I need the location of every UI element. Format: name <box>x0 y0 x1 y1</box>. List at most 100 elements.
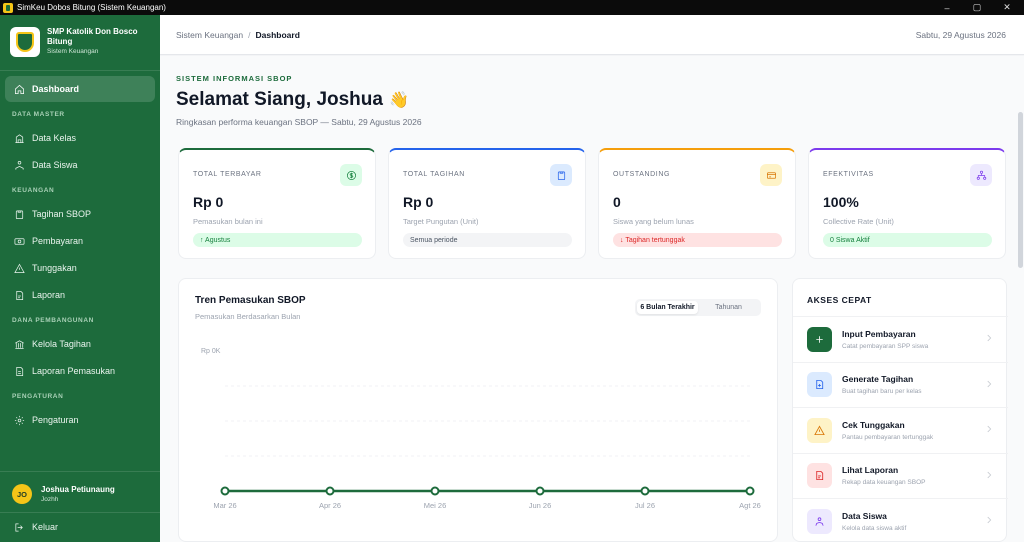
quick-item-name: Lihat Laporan <box>842 465 899 475</box>
sidebar-item-dashboard[interactable]: Dashboard <box>5 76 155 102</box>
stat-card-outstanding: OUTSTANDING 0 Siswa yang belum lunas ↓ Tagi… <box>598 148 796 259</box>
window-titlebar: SimKeu Dobos Bitung (Sistem Keuangan) – … <box>0 0 1024 15</box>
shield-icon <box>16 32 34 52</box>
stat-description: Target Pungutan (Unit) <box>403 217 479 226</box>
stat-description: Collective Rate (Unit) <box>823 217 894 226</box>
breadcrumb-root[interactable]: Sistem Keuangan <box>176 30 243 40</box>
top-header: Sistem Keuangan / Dashboard Sabtu, 29 Agus… <box>160 15 1024 55</box>
close-button[interactable]: ✕ <box>990 0 1024 15</box>
quick-item-desc: Rekap data keuangan SBOP <box>842 479 926 486</box>
stat-value: Rp 0 <box>403 194 434 210</box>
dollar-icon <box>340 164 362 186</box>
stat-value: Rp 0 <box>193 194 224 210</box>
chevron-right-icon <box>987 380 992 387</box>
students-icon <box>807 508 832 534</box>
breadcrumb-current: Dashboard <box>255 30 300 40</box>
quick-item-generate-tagihan[interactable]: Generate Tagihan Buat tagihan baru per ke… <box>793 361 1008 407</box>
hero-kicker: SISTEM INFORMASI SBOP <box>176 74 293 83</box>
greeting-text: Selamat Siang, Joshua <box>176 89 383 110</box>
quick-item-name: Generate Tagihan <box>842 374 914 384</box>
x-tick-label: Jun 26 <box>529 501 552 510</box>
quick-item-desc: Buat tagihan baru per kelas <box>842 388 922 395</box>
quick-item-input-pembayaran[interactable]: Input Pembayaran Catat pembayaran SPP sis… <box>793 316 1008 361</box>
stat-badge: Semua periode <box>403 233 572 247</box>
stat-description: Siswa yang belum lunas <box>613 217 694 226</box>
data-point[interactable] <box>220 486 230 496</box>
x-tick-label: Apr 26 <box>319 501 341 510</box>
sidebar-item-label: Pembayaran <box>32 236 84 246</box>
income-chart-card: Tren Pemasukan SBOP Pemasukan Berdasarka… <box>178 278 778 542</box>
warning-icon <box>14 263 25 273</box>
quick-item-lihat-laporan[interactable]: Lihat Laporan Rekap data keuangan SBOP <box>793 452 1008 498</box>
sidebar-item-label: Dashboard <box>32 84 80 94</box>
sidebar-item-data-kelas[interactable]: Data Kelas <box>5 125 155 151</box>
data-point[interactable] <box>745 486 755 496</box>
quick-item-name: Data Siswa <box>842 510 887 521</box>
plus-icon <box>807 326 832 352</box>
sidebar-item-label: Tunggakan <box>32 263 77 273</box>
income-line-chart: Rp 0K Mar 26 Apr 26 Mei 26 Jun 26 Jul 26 Agt 2… <box>201 348 761 510</box>
warning-icon <box>807 417 832 443</box>
section-keuangan: KEUANGAN <box>12 187 55 194</box>
clipboard-icon <box>15 209 24 219</box>
school-name: SMP Katolik Don Bosco Bitung <box>47 27 138 46</box>
stat-badge: ↑ Agustus <box>193 233 362 247</box>
report-icon <box>807 463 832 488</box>
quick-item-data-siswa[interactable]: Data Siswa Kelola data siswa aktif <box>793 498 1008 542</box>
sidebar-item-label: Tagihan SBOP <box>32 209 92 219</box>
maximize-button[interactable]: ▢ <box>960 0 994 15</box>
user-profile[interactable]: JO Joshua Petiunaung Jozhh <box>12 484 115 504</box>
stat-badge: ↓ Tagihan tertunggak <box>613 233 782 247</box>
scrollbar-thumb[interactable] <box>1018 112 1023 268</box>
x-tick-label: Agt 26 <box>739 501 761 510</box>
stat-card-total-tagihan: TOTAL TAGIHAN Rp 0 Target Pungutan (Unit) S… <box>388 148 586 259</box>
data-point[interactable] <box>640 486 650 496</box>
quick-item-desc: Kelola data siswa aktif <box>842 524 907 532</box>
logout-button[interactable]: Keluar <box>5 514 155 540</box>
data-point[interactable] <box>325 486 335 496</box>
home-icon <box>15 84 24 94</box>
hero-subtitle: Ringkasan performa keuangan SBOP — Sabtu… <box>176 117 422 127</box>
sidebar-item-label: Pengaturan <box>32 415 79 425</box>
chevron-right-icon <box>987 334 992 342</box>
data-point[interactable] <box>535 486 545 496</box>
sidebar-item-laporan[interactable]: Laporan <box>5 282 155 308</box>
sidebar-item-label: Data Kelas <box>32 133 77 143</box>
students-icon <box>15 160 24 170</box>
sidebar-item-label: Laporan <box>32 290 66 300</box>
header-date: Sabtu, 29 Agustus 2026 <box>915 30 1006 40</box>
section-pengaturan: PENGATURAN <box>12 393 64 400</box>
sidebar-item-laporan-pemasukan[interactable]: Laporan Pemasukan <box>5 358 155 384</box>
sidebar-item-label: Data Siswa <box>32 160 78 170</box>
sidebar-item-kelola-tagihan[interactable]: Kelola Tagihan <box>5 331 155 357</box>
sidebar-item-pembayaran[interactable]: Pembayaran <box>5 228 155 254</box>
chevron-right-icon <box>987 471 992 478</box>
stat-card-total-terbayar: TOTAL TERBAYAR Rp 0 Pemasukan bulan ini ↑ A… <box>178 148 376 259</box>
school-logo <box>10 27 40 57</box>
sidebar-item-tagihan-sbop[interactable]: Tagihan SBOP <box>5 201 155 227</box>
sidebar-item-tunggakan[interactable]: Tunggakan <box>5 255 155 281</box>
sidebar-item-data-siswa[interactable]: Data Siswa <box>5 152 155 178</box>
app-logo-icon <box>3 2 13 13</box>
wave-icon: 👋 <box>388 92 409 109</box>
breadcrumb-separator: / <box>248 30 251 40</box>
brand: SMP Katolik Don Bosco Bitung Sistem Keua… <box>10 27 152 57</box>
stat-description: Pemasukan bulan ini <box>193 217 263 226</box>
quick-item-cek-tunggakan[interactable]: Cek Tunggakan Pantau pembayaran tertungga… <box>793 407 1008 452</box>
sidebar: SMP Katolik Don Bosco Bitung Sistem Keua… <box>0 15 160 542</box>
avatar: JO <box>12 484 32 504</box>
user-username: Jozhh <box>41 496 59 503</box>
window-title: SimKeu Dobos Bitung (Sistem Keuangan) <box>17 3 166 12</box>
y-tick-label: Rp 0K <box>201 348 221 355</box>
sidebar-divider <box>0 70 160 71</box>
stat-card-efektivitas: EFEKTIVITAS 100% Collective Rate (Unit) 0 S… <box>808 148 1006 259</box>
sidebar-item-pengaturan[interactable]: Pengaturan <box>5 407 155 433</box>
page-title: Selamat Siang, Joshua 👋 <box>176 89 409 111</box>
x-tick-label: Mei 26 <box>424 501 447 510</box>
gear-icon <box>14 415 25 425</box>
minimize-button[interactable]: – <box>930 0 964 15</box>
quick-item-name: Cek Tunggakan <box>842 419 905 430</box>
data-point[interactable] <box>430 486 440 496</box>
sidebar-divider <box>0 512 160 513</box>
network-icon <box>970 164 992 186</box>
